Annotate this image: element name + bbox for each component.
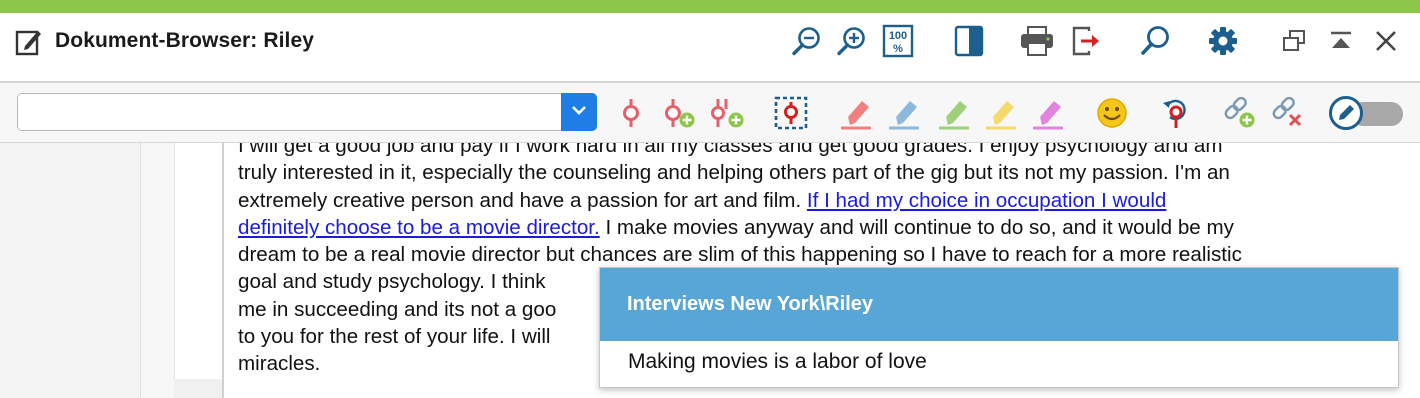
- edit-document-icon: [15, 27, 43, 57]
- code-icon[interactable]: [613, 95, 649, 131]
- text-line: definitely choose to be a movie director…: [238, 215, 1234, 239]
- pencil-icon: [1329, 96, 1363, 130]
- edit-mode-toggle[interactable]: [1329, 96, 1403, 130]
- collapse-icon[interactable]: [1323, 23, 1359, 59]
- chevron-down-icon: [571, 103, 587, 121]
- title-bar: Dokument-Browser: Riley 100%: [0, 13, 1420, 83]
- text-line: truly interested in it, especially the c…: [238, 161, 1230, 185]
- zoom-in-icon[interactable]: [833, 23, 869, 59]
- close-icon[interactable]: [1368, 23, 1404, 59]
- code-tooltip: Interviews New York\Riley Making movies …: [599, 267, 1399, 388]
- print-icon[interactable]: [1019, 23, 1055, 59]
- svg-text:%: %: [893, 43, 903, 55]
- code-selection-icon[interactable]: [773, 95, 809, 131]
- code-combo-box[interactable]: [17, 93, 597, 131]
- paragraph-marker: [174, 379, 222, 398]
- code-column: [0, 143, 140, 398]
- window-accent-bar: [0, 0, 1420, 13]
- text-line: extremely creative person and have a pas…: [238, 188, 1167, 212]
- svg-text:100: 100: [889, 30, 907, 42]
- window-title: Dokument-Browser: Riley: [55, 29, 315, 52]
- link-remove-icon[interactable]: [1270, 95, 1306, 131]
- coded-segment[interactable]: definitely choose to be a movie director…: [238, 216, 600, 239]
- highlight-red-icon[interactable]: [838, 95, 874, 131]
- zoom-out-icon[interactable]: [788, 23, 824, 59]
- panel-toggle-icon[interactable]: [951, 23, 987, 59]
- tooltip-title: Interviews New York\Riley: [627, 293, 874, 315]
- gear-icon[interactable]: [1205, 23, 1241, 59]
- highlight-blue-icon[interactable]: [886, 95, 922, 131]
- code-multiple-add-icon[interactable]: [710, 95, 746, 131]
- search-icon[interactable]: [1137, 23, 1173, 59]
- zoom-100-icon[interactable]: 100%: [880, 23, 916, 59]
- memo-column: [140, 143, 174, 398]
- text-line: dream to be a real movie director but ch…: [238, 243, 1242, 267]
- highlight-green-icon[interactable]: [936, 95, 972, 131]
- link-add-icon[interactable]: [1222, 95, 1258, 131]
- text-line: I will get a good job and pay if I work …: [238, 143, 1223, 157]
- code-add-icon[interactable]: [661, 95, 697, 131]
- highlight-yellow-icon[interactable]: [983, 95, 1019, 131]
- coded-segment[interactable]: If I had my choice in occupation I would: [807, 189, 1166, 212]
- code-toolbar: [0, 83, 1420, 143]
- highlight-magenta-icon[interactable]: [1030, 95, 1066, 131]
- column-divider: [222, 143, 224, 398]
- export-icon[interactable]: [1068, 23, 1104, 59]
- tooltip-body: Making movies is a labor of love: [628, 350, 927, 373]
- tooltip-header: Interviews New York\Riley: [600, 268, 1398, 341]
- restore-window-icon[interactable]: [1276, 23, 1312, 59]
- paragraph-number-column: [174, 143, 222, 398]
- emoticode-icon[interactable]: [1094, 95, 1130, 131]
- combo-dropdown-button[interactable]: [561, 93, 597, 131]
- undo-code-icon[interactable]: [1158, 95, 1194, 131]
